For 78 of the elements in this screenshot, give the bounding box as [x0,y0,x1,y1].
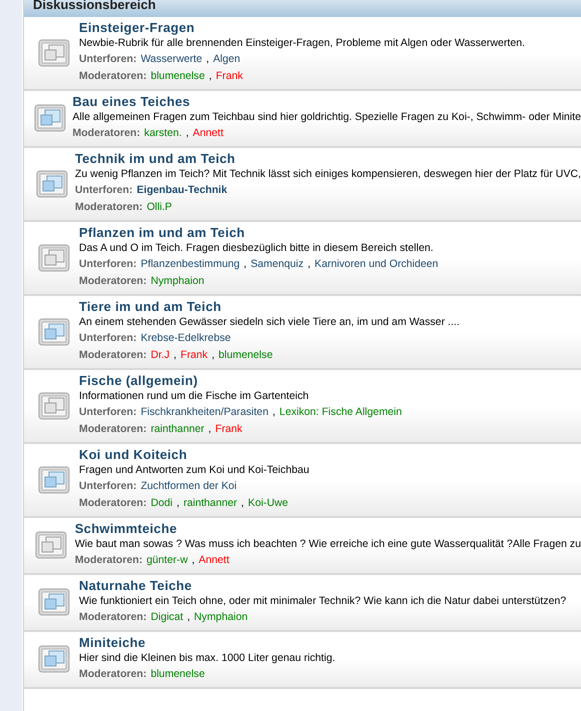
moderator-link[interactable]: Frank [180,347,208,364]
moderators-label: Moderatoren: [79,667,147,682]
separator: , [192,553,195,568]
separator: , [244,257,247,272]
subforums-label: Unterforen: [79,479,137,494]
moderator-link[interactable]: Digicat [150,609,184,626]
subforum-link[interactable]: Pflanzenbestimmung [140,256,240,273]
separator: , [212,348,215,363]
subforums-label: Unterforen: [79,257,137,272]
separator: , [241,496,244,511]
forum-description: Newbie-Rubrik für alle brennenden Einsteiger-Fragen, Probleme mit Algen oder Wasserwerten. [79,36,525,50]
forum-description: An einem stehenden Gewässer siedeln sich viele Tiere an, im und am Wasser .... [79,315,460,329]
forum-title[interactable]: Pflanzen im und am Teich [79,225,245,241]
forum-description: Wie baut man sowas ? Was muss ich beachten ? Wie erreiche ich eine gute Wasserqualität ?Alle Fragen zu [74,537,581,551]
moderators-label: Moderatoren: [79,69,147,84]
moderator-link[interactable]: Dodi [150,495,172,512]
forum-description: Zu wenig Pflanzen im Teich? Mit Technik lässt sich einiges kompensieren, deswegen hier der Platz für UVC, [75,167,581,181]
moderator-link[interactable]: rainthanner [150,421,204,438]
subforums-label: Unterforen: [79,405,137,420]
moderator-link[interactable]: Olli.P [146,199,172,216]
forum-description: Wie funktioniert ein Teich ohne, oder mit minimaler Technik? Wie kann ich die Natur dabei unterstützen? [79,594,566,608]
moderator-link[interactable]: blumenelse [150,68,205,85]
separator: , [186,126,189,141]
moderators-label: Moderatoren: [79,348,147,363]
subforum-link[interactable]: Lexikon: Fische Allgemein [279,404,402,421]
moderator-link[interactable]: Frank [215,421,242,438]
subforum-link[interactable]: Karnivoren und Orchideen [314,256,438,273]
subforum-link[interactable]: Krebse-Edelkrebse [140,330,231,347]
forum-title[interactable]: Fische (allgemein) [79,373,198,389]
separator: , [176,496,180,511]
moderator-link[interactable]: günter-w [146,552,188,569]
moderators-label: Moderatoren: [79,496,147,511]
forum-title[interactable]: Bau eines Teiches [72,94,190,110]
forum-title[interactable]: Einsteiger-Fragen [79,20,195,36]
subforum-link[interactable]: Eigenbau-Technik [136,182,228,199]
subforum-link[interactable]: Fischkrankheiten/Parasiten [140,404,268,421]
moderators-label: Moderatoren: [75,200,143,215]
moderators-label: Moderatoren: [79,610,147,625]
separator: , [208,69,212,84]
moderator-link[interactable]: Annett [198,552,230,569]
moderators-label: Moderatoren: [79,422,147,437]
forum-title[interactable]: Schwimmteiche [74,521,177,537]
subforums-label: Unterforen: [79,52,137,67]
forum-title[interactable]: Naturnahe Teiche [79,578,192,594]
moderator-link[interactable]: Annett [192,125,224,142]
separator: , [187,610,190,625]
forum-description: Das A und O im Teich. Fragen diesbezüglich bitte in diesem Bereich stellen. [79,241,434,255]
subforums-label: Unterforen: [79,331,137,346]
separator: , [208,422,212,437]
moderators-label: Moderatoren: [72,126,140,141]
forum-description: Fragen und Antworten zum Koi und Koi-Teichbau [79,463,310,477]
separator: , [206,52,210,67]
subforum-link[interactable]: Samenquiz [250,256,304,273]
subforums-label: Unterforen: [75,183,133,198]
moderator-link[interactable]: Dr.J [150,347,170,364]
forum-title[interactable]: Miniteiche [79,635,146,651]
forum-title[interactable]: Koi und Koiteich [79,447,188,463]
subforum-link[interactable]: Wasserwerte [140,51,202,68]
moderator-link[interactable]: Koi-Uwe [248,495,288,512]
forum-title[interactable]: Technik im und am Teich [75,151,236,167]
moderator-link[interactable]: Frank [216,68,243,85]
forum-title[interactable]: Tiere im und am Teich [79,299,222,315]
separator: , [174,348,176,363]
moderator-link[interactable]: blumenelse [150,666,205,683]
moderators-label: Moderatoren: [79,274,147,289]
moderator-link[interactable]: Nymphaion [150,273,204,290]
separator: , [272,405,276,420]
forum-description: Informationen rund um die Fische im Gartenteich [79,389,309,403]
moderator-link[interactable]: blumenelse [218,347,273,364]
moderator-link[interactable]: rainthanner [183,495,238,512]
forum-description: Hier sind die Kleinen bis max. 1000 Liter genau richtig. [79,651,336,665]
separator: , [308,257,311,272]
moderators-label: Moderatoren: [74,553,142,568]
forum-description: Alle allgemeinen Fragen zum Teichbau sind hier goldrichtig. Spezielle Fragen zu Koi-, Schwimm- oder Minite [72,110,581,124]
moderator-link[interactable]: Nymphaion [194,609,248,626]
subforum-link[interactable]: Zuchtformen der Koi [140,478,237,495]
subforum-link[interactable]: Algen [213,51,240,68]
moderator-link[interactable]: karsten. [144,125,182,142]
